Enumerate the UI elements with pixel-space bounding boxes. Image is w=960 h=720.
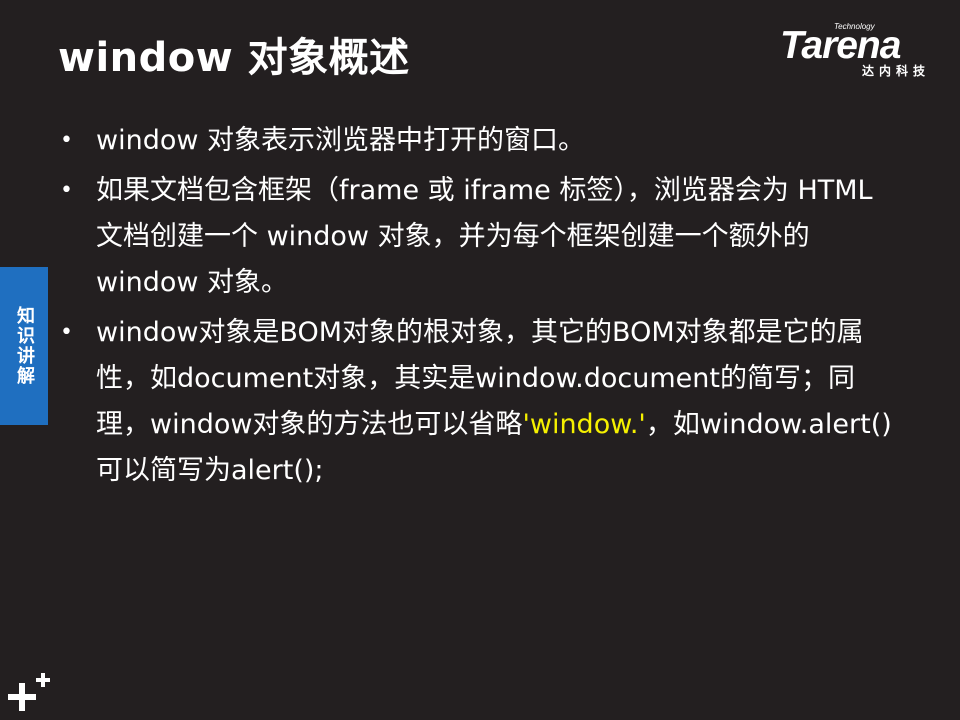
logo-tagline: Technology bbox=[834, 22, 875, 31]
bullet-item: • window对象是BOM对象的根对象，其它的BOM对象都是它的属性，如doc… bbox=[58, 310, 898, 494]
highlighted-code: 'window.' bbox=[522, 409, 646, 440]
logo-brand: Tarena bbox=[780, 24, 901, 67]
bullet-dot-icon: • bbox=[60, 178, 73, 203]
side-tab: 知识讲解 bbox=[0, 267, 48, 425]
slide: window 对象概述 Tarena Technology 达内科技 知识讲解 … bbox=[0, 0, 960, 720]
bullet-dot-icon: • bbox=[60, 320, 73, 345]
bullet-item: • 如果文档包含框架（frame 或 iframe 标签），浏览器会为 HTML… bbox=[58, 168, 898, 306]
bullet-item: • window 对象表示浏览器中打开的窗口。 bbox=[58, 118, 898, 164]
tarena-logo: Tarena Technology 达内科技 bbox=[776, 22, 948, 84]
side-tab-label: 知识讲解 bbox=[14, 306, 35, 386]
bullet-text: window 对象表示浏览器中打开的窗口。 bbox=[96, 125, 586, 156]
logo-chinese: 达内科技 bbox=[862, 64, 931, 78]
slide-title: window 对象概述 bbox=[58, 35, 410, 81]
bullet-list: • window 对象表示浏览器中打开的窗口。 • 如果文档包含框架（frame… bbox=[58, 118, 898, 498]
bullet-text: 如果文档包含框架（frame 或 iframe 标签），浏览器会为 HTML 文… bbox=[96, 175, 873, 298]
bullet-dot-icon: • bbox=[60, 128, 73, 153]
plus-plus-icon bbox=[8, 673, 50, 711]
